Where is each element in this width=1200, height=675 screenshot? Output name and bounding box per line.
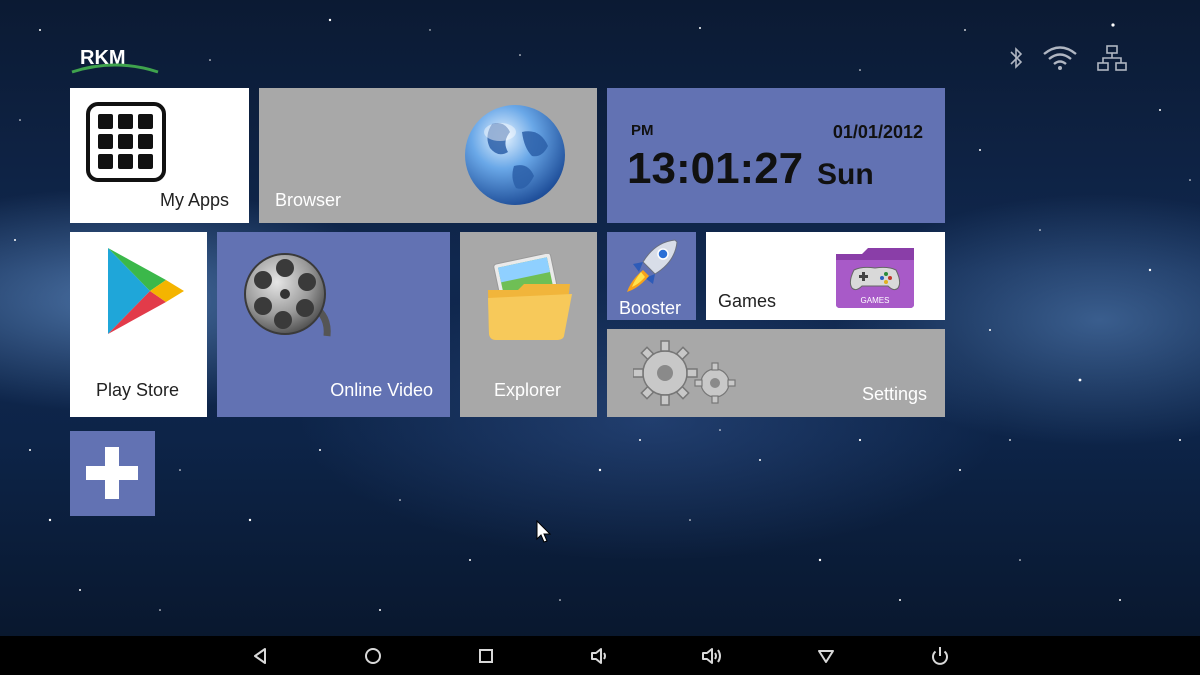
- app-grid-icon: [86, 102, 166, 186]
- booster-label: Booster: [619, 298, 682, 318]
- games-label: Games: [718, 291, 777, 311]
- ethernet-icon: [1096, 44, 1128, 76]
- clock-day: Sun: [817, 158, 874, 191]
- folder-icon: [484, 252, 576, 350]
- rocket-icon: [621, 236, 681, 300]
- menu-down-icon[interactable]: [814, 644, 838, 668]
- online-video-tile[interactable]: Online Video: [217, 232, 450, 417]
- power-icon[interactable]: [928, 644, 952, 668]
- globe-icon: [462, 102, 568, 212]
- settings-label: Settings: [861, 384, 927, 404]
- booster-tile[interactable]: Booster: [607, 232, 696, 320]
- mouse-cursor-icon: [536, 519, 552, 544]
- recents-icon[interactable]: [474, 644, 498, 668]
- home-icon[interactable]: [361, 644, 385, 668]
- film-reel-icon: [243, 246, 335, 354]
- settings-tile[interactable]: Settings: [607, 329, 945, 417]
- clock-time: 13:01:27: [627, 144, 804, 193]
- explorer-tile[interactable]: Explorer: [460, 232, 597, 417]
- online-video-label: Online Video: [330, 380, 433, 400]
- clock-date: 01/01/2012: [832, 122, 923, 142]
- clock-widget[interactable]: PM 13:01:27 01/01/2012 Sun: [607, 88, 945, 223]
- volume-down-icon[interactable]: [587, 644, 611, 668]
- play-store-icon: [104, 246, 188, 340]
- browser-tile[interactable]: Browser: [259, 88, 597, 223]
- back-icon[interactable]: [248, 644, 272, 668]
- gears-icon: [632, 337, 745, 413]
- wifi-icon: [1042, 45, 1078, 75]
- games-tile[interactable]: GAMES Games: [706, 232, 945, 320]
- games-folder-icon: GAMES: [832, 246, 918, 314]
- play-store-tile[interactable]: Play Store: [70, 232, 207, 417]
- bluetooth-icon: [1008, 45, 1024, 75]
- browser-label: Browser: [275, 190, 342, 210]
- status-icons: [1008, 44, 1128, 76]
- my-apps-tile[interactable]: My Apps: [70, 88, 249, 223]
- rkm-logo: RKM: [70, 44, 160, 76]
- my-apps-label: My Apps: [159, 190, 229, 210]
- volume-up-icon[interactable]: [700, 644, 724, 668]
- explorer-label: Explorer: [494, 380, 562, 400]
- games-folder-text: GAMES: [861, 296, 890, 305]
- navigation-bar: [0, 636, 1200, 675]
- play-store-label: Play Store: [96, 380, 180, 400]
- clock-ampm: PM: [631, 122, 654, 139]
- add-tile-button[interactable]: [70, 431, 155, 516]
- plus-icon: [86, 447, 138, 503]
